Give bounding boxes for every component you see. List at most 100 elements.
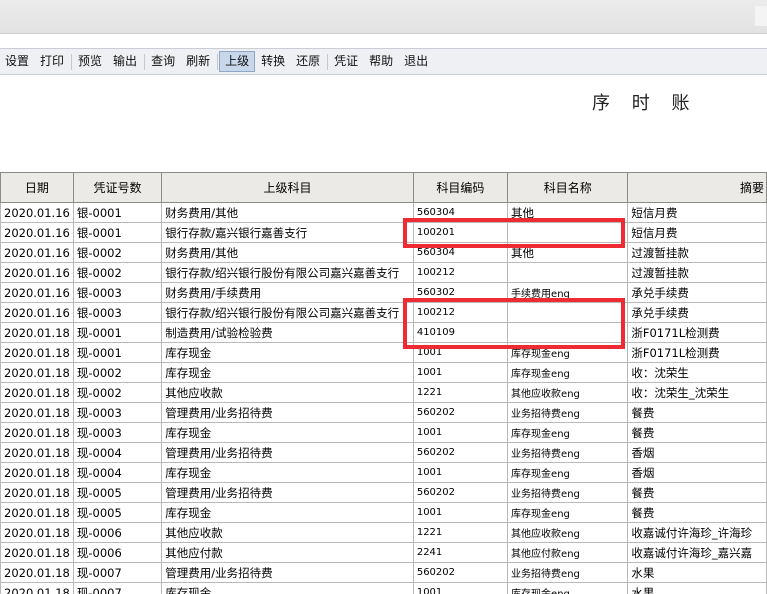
table-row[interactable]: 2020.01.18 现-0007 管理费用/业务招待费 560202 业务招待费eng… [0, 562, 767, 583]
cell-account-code[interactable]: 1001 [412, 582, 509, 594]
table-row[interactable]: 2020.01.18 现-0006 其他应付款 2241 其他应付款eng 收嘉诚付许海珍… [0, 542, 767, 563]
cell-summary[interactable]: 水果 [627, 582, 767, 594]
cell-account-code[interactable]: 2241 [412, 542, 509, 563]
cell-voucher-no[interactable]: 现-0003 [72, 422, 163, 443]
cell-date[interactable]: 2020.01.18 [0, 542, 74, 563]
cell-account-name[interactable] [507, 222, 629, 243]
cell-date[interactable]: 2020.01.18 [0, 422, 74, 443]
cell-account-name[interactable]: 业务招待费eng [507, 562, 629, 583]
cell-parent-account[interactable]: 其他应付款 [161, 542, 414, 563]
cell-summary[interactable]: 餐费 [627, 402, 767, 423]
cell-parent-account[interactable]: 财务费用/其他 [161, 242, 414, 263]
cell-date[interactable]: 2020.01.16 [0, 242, 74, 263]
help-button[interactable]: 帮助 [364, 51, 398, 72]
cell-parent-account[interactable]: 管理费用/业务招待费 [161, 482, 414, 503]
cell-summary[interactable]: 餐费 [627, 482, 767, 503]
cell-parent-account[interactable]: 银行存款/嘉兴银行嘉善支行 [161, 222, 414, 243]
cell-voucher-no[interactable]: 现-0002 [72, 362, 163, 383]
table-row[interactable]: 2020.01.16 银-0003 财务费用/手续费用 560302 手续费用eng 承兑… [0, 282, 767, 303]
cell-summary[interactable]: 收：沈荣生 [627, 362, 767, 383]
cell-summary[interactable]: 承兑手续费 [627, 302, 767, 323]
cell-voucher-no[interactable]: 银-0003 [72, 282, 163, 303]
query-button[interactable]: 查询 [146, 51, 180, 72]
cell-account-code[interactable]: 1001 [412, 362, 509, 383]
cell-account-code[interactable]: 100212 [412, 302, 509, 323]
cell-summary[interactable]: 收嘉诚付许海珍_嘉兴嘉 [627, 542, 767, 563]
cell-account-name[interactable]: 手续费用eng [507, 282, 629, 303]
cell-parent-account[interactable]: 银行存款/绍兴银行股份有限公司嘉兴嘉善支行 [161, 262, 414, 283]
cell-date[interactable]: 2020.01.16 [0, 262, 74, 283]
table-row[interactable]: 2020.01.16 银-0002 财务费用/其他 560304 其他 过渡暂挂款 [0, 242, 767, 263]
cell-date[interactable]: 2020.01.18 [0, 582, 74, 594]
cell-summary[interactable]: 香烟 [627, 442, 767, 463]
print-button[interactable]: 打印 [35, 51, 69, 72]
cell-voucher-no[interactable]: 现-0007 [72, 562, 163, 583]
cell-parent-account[interactable]: 银行存款/绍兴银行股份有限公司嘉兴嘉善支行 [161, 302, 414, 323]
cell-account-name[interactable]: 库存现金eng [507, 422, 629, 443]
cell-date[interactable]: 2020.01.18 [0, 342, 74, 363]
cell-account-name[interactable]: 库存现金eng [507, 582, 629, 594]
cell-account-code[interactable]: 1001 [412, 502, 509, 523]
cell-date[interactable]: 2020.01.16 [0, 302, 74, 323]
cell-parent-account[interactable]: 管理费用/业务招待费 [161, 402, 414, 423]
cell-account-name[interactable]: 其他 [507, 202, 629, 223]
cell-parent-account[interactable]: 其他应收款 [161, 382, 414, 403]
cell-summary[interactable]: 浙F0171L检测费 [627, 342, 767, 363]
table-row[interactable]: 2020.01.18现-0007库存现金1001库存现金eng水果 [0, 582, 767, 594]
cell-date[interactable]: 2020.01.18 [0, 462, 74, 483]
cell-date[interactable]: 2020.01.16 [0, 222, 74, 243]
voucher-button[interactable]: 凭证 [329, 51, 363, 72]
cell-voucher-no[interactable]: 现-0001 [72, 342, 163, 363]
cell-parent-account[interactable]: 库存现金 [161, 342, 414, 363]
table-row[interactable]: 2020.01.18 现-0006 其他应收款 1221 其他应收款eng 收嘉诚付许海珍… [0, 522, 767, 543]
cell-account-name[interactable]: 其他应付款eng [507, 542, 629, 563]
cell-account-code[interactable]: 1221 [412, 382, 509, 403]
cell-voucher-no[interactable]: 现-0006 [72, 522, 163, 543]
cell-account-code[interactable]: 1221 [412, 522, 509, 543]
refresh-button[interactable]: 刷新 [181, 51, 215, 72]
cell-account-name[interactable]: 其他应收款eng [507, 382, 629, 403]
restore-button[interactable]: 还原 [291, 51, 325, 72]
table-row[interactable]: 2020.01.18 现-0005 管理费用/业务招待费 560202 业务招待费eng… [0, 482, 767, 503]
table-row[interactable]: 2020.01.18 现-0003 库存现金 1001 库存现金eng 餐费 [0, 422, 767, 443]
cell-voucher-no[interactable]: 现-0005 [72, 502, 163, 523]
cell-summary[interactable]: 承兑手续费 [627, 282, 767, 303]
parent-level-button[interactable]: 上级 [219, 51, 256, 72]
cell-summary[interactable]: 短信月费 [627, 222, 767, 243]
cell-parent-account[interactable]: 其他应收款 [161, 522, 414, 543]
cell-voucher-no[interactable]: 现-0004 [72, 442, 163, 463]
cell-voucher-no[interactable]: 现-0004 [72, 462, 163, 483]
cell-parent-account[interactable]: 库存现金 [161, 502, 414, 523]
column-header-voucher-no[interactable]: 凭证号数 [72, 172, 163, 203]
cell-account-code[interactable]: 1001 [412, 422, 509, 443]
cell-voucher-no[interactable]: 现-0006 [72, 542, 163, 563]
title-bar-control[interactable] [755, 6, 767, 26]
cell-summary[interactable]: 水果 [627, 562, 767, 583]
cell-parent-account[interactable]: 库存现金 [161, 582, 414, 594]
table-row[interactable]: 2020.01.18 现-0002 其他应收款 1221 其他应收款eng 收：沈荣生_沈… [0, 382, 767, 403]
cell-parent-account[interactable]: 财务费用/手续费用 [161, 282, 414, 303]
cell-date[interactable]: 2020.01.18 [0, 322, 74, 343]
column-header-parent-account[interactable]: 上级科目 [161, 172, 414, 203]
cell-voucher-no[interactable]: 银-0001 [72, 222, 163, 243]
table-row[interactable]: 2020.01.16 银-0001 银行存款/嘉兴银行嘉善支行 100201 短信月费 [0, 222, 767, 243]
cell-voucher-no[interactable]: 现-0003 [72, 402, 163, 423]
cell-summary[interactable]: 收：沈荣生_沈荣生 [627, 382, 767, 403]
cell-account-code[interactable]: 560202 [412, 442, 509, 463]
cell-account-code[interactable]: 410109 [412, 322, 509, 343]
table-row[interactable]: 2020.01.18 现-0001 库存现金 1001 库存现金eng 浙F0171L检测… [0, 342, 767, 363]
cell-parent-account[interactable]: 库存现金 [161, 462, 414, 483]
cell-account-code[interactable]: 100201 [412, 222, 509, 243]
preview-button[interactable]: 预览 [73, 51, 107, 72]
settings-button[interactable]: 设置 [0, 51, 34, 72]
cell-voucher-no[interactable]: 银-0001 [72, 202, 163, 223]
cell-date[interactable]: 2020.01.16 [0, 282, 74, 303]
table-row[interactable]: 2020.01.18 现-0003 管理费用/业务招待费 560202 业务招待费eng… [0, 402, 767, 423]
table-row[interactable]: 2020.01.16 银-0003 银行存款/绍兴银行股份有限公司嘉兴嘉善支行 100… [0, 302, 767, 323]
cell-summary[interactable]: 餐费 [627, 502, 767, 523]
cell-voucher-no[interactable]: 现-0007 [72, 582, 163, 594]
cell-summary[interactable]: 香烟 [627, 462, 767, 483]
cell-date[interactable]: 2020.01.18 [0, 562, 74, 583]
cell-summary[interactable]: 餐费 [627, 422, 767, 443]
cell-account-name[interactable] [507, 302, 629, 323]
